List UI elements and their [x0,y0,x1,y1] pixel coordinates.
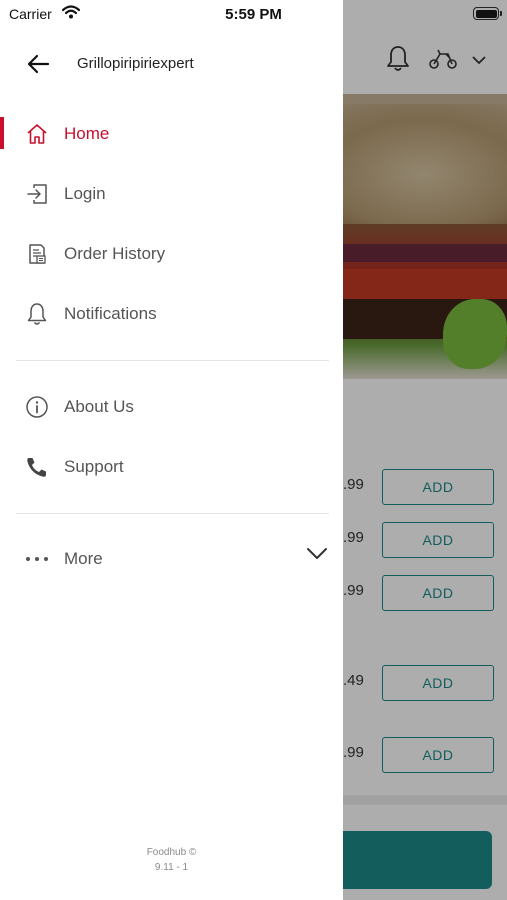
status-bar: Carrier 5:59 PM [0,0,507,28]
nav-label: Home [64,124,110,143]
nav-item-login[interactable]: Login [0,164,343,224]
drawer-header: Grillopiripiriexpert [0,28,343,98]
login-icon [25,182,49,206]
nav-item-support[interactable]: Support [0,437,343,497]
nav-item-home[interactable]: Home [0,104,343,164]
nav-label: About Us [64,397,134,416]
bell-icon [25,302,49,326]
navigation-drawer: Grillopiripiriexpert Home Login Order Hi… [0,0,343,900]
nav-item-order-history[interactable]: Order History [0,224,343,284]
divider [16,360,329,361]
footer-version: 9.11 - 1 [154,862,189,873]
back-button[interactable] [24,50,52,78]
nav-label: More [64,549,103,568]
battery-icon [473,7,502,20]
footer-brand: Foodhub © [146,847,197,858]
active-indicator [0,117,4,149]
home-icon [25,122,49,146]
nav-item-notifications[interactable]: Notifications [0,284,343,344]
nav-label: Support [64,457,124,476]
drawer-overlay[interactable] [343,0,507,900]
nav-item-more[interactable]: More [0,529,343,589]
chevron-down-icon[interactable] [306,547,328,566]
nav-label: Notifications [64,304,157,323]
receipt-icon [25,242,49,266]
nav-label: Login [64,184,106,203]
more-icon [25,547,49,571]
info-icon [25,395,49,419]
app-footer: Foodhub © 9.11 - 1 [0,845,343,875]
nav-label: Order History [64,244,166,263]
clock: 5:59 PM [225,6,282,23]
arrow-left-icon [27,54,50,74]
divider [16,513,329,514]
store-name: Grillopiripiriexpert [77,55,194,72]
phone-icon [25,455,49,479]
nav-item-about-us[interactable]: About Us [0,377,343,437]
